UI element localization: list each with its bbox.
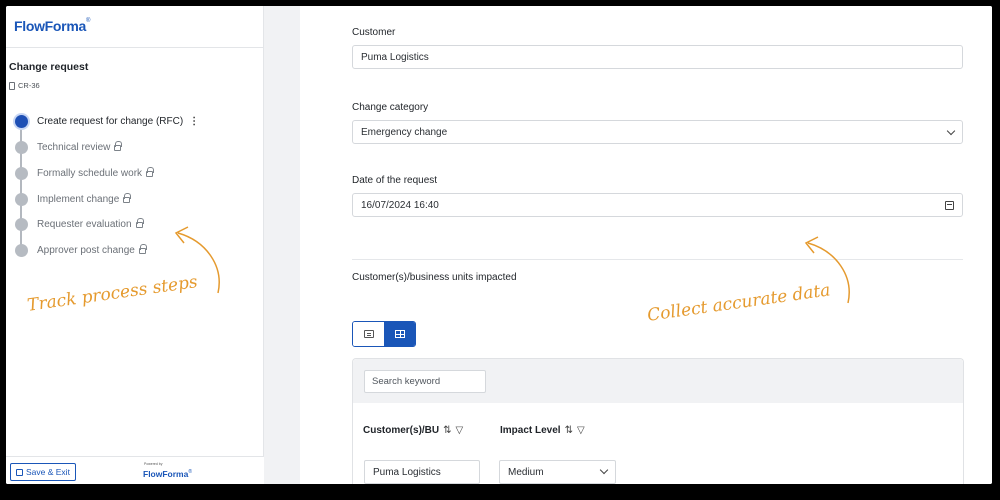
step-label: Requester evaluation	[37, 218, 132, 230]
step-active-dot-icon	[15, 114, 28, 128]
powered-by-text: Powered by	[144, 462, 163, 466]
step-label: Formally schedule work	[37, 167, 143, 179]
sort-icon[interactable]: ⇅	[443, 425, 451, 436]
app-frame: FlowForma® Change request CR-36 Create r…	[6, 6, 992, 484]
lock-icon	[123, 193, 132, 203]
calendar-icon[interactable]	[945, 201, 954, 210]
view-toggle	[352, 321, 416, 347]
request-date-value: 16/07/2024 16:40	[361, 199, 439, 211]
kebab-menu-icon[interactable]: ⋮	[189, 116, 199, 127]
logo-text: FlowForma	[14, 18, 86, 34]
step-requester-evaluation[interactable]: Requester evaluation	[15, 216, 144, 232]
customer-label: Customer	[352, 27, 396, 38]
change-category-label: Change category	[352, 102, 429, 113]
step-label: Approver post change	[37, 244, 135, 256]
column-header-label: Impact Level	[500, 425, 561, 436]
chevron-down-icon	[946, 126, 956, 136]
chevron-down-icon	[599, 465, 609, 475]
request-date-label: Date of the request	[352, 175, 438, 186]
cell-customer-bu-input[interactable]: Puma Logistics	[364, 460, 480, 484]
step-label: Create request for change (RFC)	[37, 115, 184, 127]
flowforma-logo[interactable]: FlowForma®	[14, 18, 90, 34]
search-keyword-input[interactable]: Search keyword	[364, 370, 486, 393]
sidebar-footer: Save & Exit Powered by FlowForma®	[6, 456, 264, 484]
step-create-rfc[interactable]: Create request for change (RFC) ⋮	[15, 113, 199, 129]
impact-level-value: Medium	[508, 466, 544, 478]
grid-view-button[interactable]	[384, 322, 415, 346]
footer-logo-text: FlowForma	[143, 469, 189, 479]
step-dot-icon	[15, 140, 28, 154]
footer-flowforma-logo: FlowForma®	[143, 469, 193, 479]
step-dot-icon	[15, 217, 28, 231]
grid-toolbar: Search keyword	[353, 359, 963, 403]
step-approver-post-change[interactable]: Approver post change	[15, 242, 147, 258]
document-icon	[9, 81, 15, 90]
request-id-text: CR-36	[18, 81, 40, 90]
request-id: CR-36	[9, 81, 40, 90]
process-sidebar: FlowForma® Change request CR-36 Create r…	[6, 6, 264, 484]
section-divider	[352, 259, 963, 260]
change-category-value: Emergency change	[361, 126, 448, 138]
lock-icon	[114, 141, 123, 151]
lock-icon	[146, 167, 155, 177]
step-dot-icon	[15, 166, 28, 180]
request-title: Change request	[9, 61, 89, 73]
column-header-customer-bu[interactable]: Customer(s)/BU ⇅ ▽	[363, 425, 463, 436]
impacted-grid: Search keyword Customer(s)/BU ⇅ ▽ Impact…	[352, 358, 964, 484]
step-implement-change[interactable]: Implement change	[15, 191, 132, 207]
save-exit-button[interactable]: Save & Exit	[10, 463, 76, 481]
impacted-label: Customer(s)/business units impacted	[352, 272, 517, 283]
list-icon	[363, 330, 374, 338]
column-header-impact-level[interactable]: Impact Level ⇅ ▽	[500, 425, 585, 436]
annotation-track-steps: Track process steps	[26, 272, 199, 316]
step-dot-icon	[15, 192, 28, 206]
step-label: Technical review	[37, 141, 111, 153]
save-exit-label: Save & Exit	[26, 467, 70, 477]
step-technical-review[interactable]: Technical review	[15, 139, 123, 155]
save-icon	[16, 468, 23, 476]
filter-icon[interactable]: ▽	[456, 425, 464, 436]
filter-icon[interactable]: ▽	[577, 425, 585, 436]
step-formally-schedule-work[interactable]: Formally schedule work	[15, 165, 155, 181]
lock-icon	[138, 244, 147, 254]
list-view-button[interactable]	[353, 322, 384, 346]
cell-impact-level-select[interactable]: Medium	[499, 460, 616, 484]
change-category-select[interactable]: Emergency change	[352, 120, 963, 144]
request-date-input[interactable]: 16/07/2024 16:40	[352, 193, 963, 217]
logo-bar: FlowForma®	[6, 6, 264, 48]
step-dot-icon	[15, 243, 28, 257]
grid-icon	[394, 330, 405, 338]
customer-input[interactable]: Puma Logistics	[352, 45, 963, 69]
column-header-label: Customer(s)/BU	[363, 425, 440, 436]
step-label: Implement change	[37, 193, 120, 205]
lock-icon	[135, 218, 144, 228]
form-panel: Customer Puma Logistics Change category …	[300, 6, 992, 484]
sort-icon[interactable]: ⇅	[565, 425, 573, 436]
